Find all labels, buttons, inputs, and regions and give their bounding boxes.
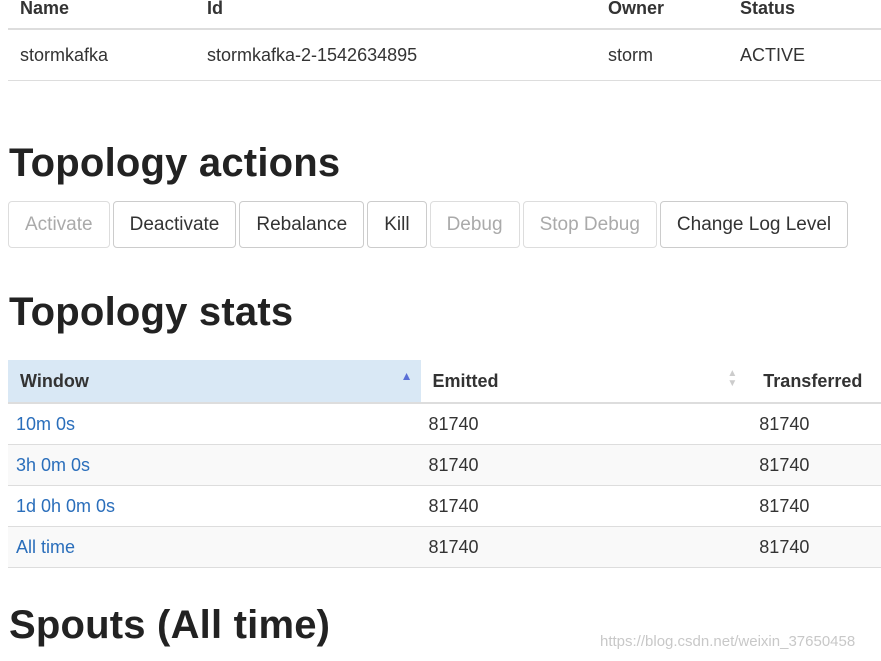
change-log-level-button[interactable]: Change Log Level <box>659 201 849 248</box>
transferred-value: 81740 <box>751 403 881 445</box>
topology-summary-table: Name Id Owner Status stormkafka stormkaf… <box>8 0 881 81</box>
topology-name: stormkafka <box>8 29 195 81</box>
rebalance-button[interactable]: Rebalance <box>239 201 365 248</box>
stats-header-emitted-label: Emitted <box>432 370 499 391</box>
summary-header-row: Name Id Owner Status <box>8 0 881 30</box>
debug-button[interactable]: Debug <box>429 201 520 248</box>
summary-header-owner[interactable]: Owner <box>596 0 728 30</box>
table-row: 3h 0m 0s 81740 81740 <box>8 444 881 486</box>
transferred-value: 81740 <box>751 444 881 486</box>
sort-both-icon: ▲ ▼ <box>727 368 738 389</box>
table-row: 10m 0s 81740 81740 <box>8 403 881 445</box>
stats-header-emitted[interactable]: Emitted ▲ ▼ <box>420 360 752 404</box>
topology-actions-heading: Topology actions <box>9 141 341 185</box>
emitted-value: 81740 <box>420 444 752 486</box>
transferred-value: 81740 <box>751 485 881 527</box>
window-link[interactable]: 3h 0m 0s <box>16 455 90 475</box>
deactivate-button[interactable]: Deactivate <box>112 201 237 248</box>
table-row: All time 81740 81740 <box>8 526 881 568</box>
topology-actions-toolbar: Activate Deactivate Rebalance Kill Debug Stop… <box>8 201 851 248</box>
emitted-value: 81740 <box>420 526 752 568</box>
stop-debug-button[interactable]: Stop Debug <box>522 201 657 248</box>
watermark-text: https://blog.csdn.net/weixin_37650458 <box>600 633 856 650</box>
topology-status: ACTIVE <box>728 29 881 81</box>
transferred-value: 81740 <box>751 526 881 568</box>
topology-id: stormkafka-2-1542634895 <box>195 29 596 81</box>
emitted-value: 81740 <box>420 403 752 445</box>
kill-button[interactable]: Kill <box>367 201 427 248</box>
summary-header-status[interactable]: Status <box>728 0 881 30</box>
topology-stats-table: Window ▲ Emitted ▲ ▼ Transferred 10m 0s 8… <box>8 360 881 568</box>
summary-header-name[interactable]: Name <box>8 0 195 30</box>
table-row: 1d 0h 0m 0s 81740 81740 <box>8 485 881 527</box>
emitted-value: 81740 <box>420 485 752 527</box>
stats-header-window-label: Window <box>20 370 89 391</box>
stats-header-window[interactable]: Window ▲ <box>8 360 421 404</box>
spouts-heading: Spouts (All time) <box>9 603 331 647</box>
window-link[interactable]: 1d 0h 0m 0s <box>16 496 115 516</box>
stats-header-transferred-label: Transferred <box>763 370 863 391</box>
sort-ascending-icon: ▲ <box>400 369 413 383</box>
topology-owner: storm <box>596 29 728 81</box>
topology-stats-heading: Topology stats <box>9 290 294 334</box>
activate-button[interactable]: Activate <box>8 201 110 248</box>
window-link[interactable]: All time <box>16 537 75 557</box>
summary-row: stormkafka stormkafka-2-1542634895 storm… <box>8 29 881 81</box>
stats-header-row: Window ▲ Emitted ▲ ▼ Transferred <box>8 360 881 404</box>
stats-header-transferred[interactable]: Transferred <box>751 360 881 404</box>
window-link[interactable]: 10m 0s <box>16 414 75 434</box>
summary-header-id[interactable]: Id <box>195 0 596 30</box>
